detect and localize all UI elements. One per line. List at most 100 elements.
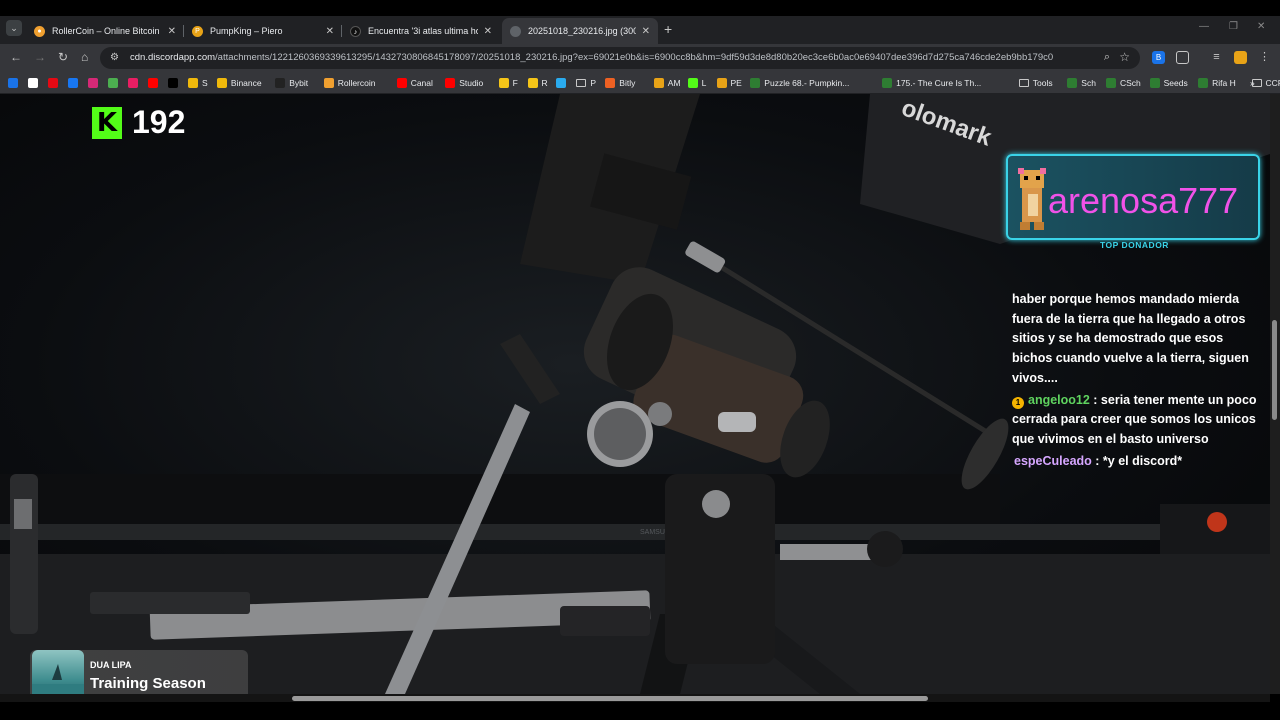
bookmark-item[interactable]: Rifa H — [1198, 76, 1236, 90]
bookmark-item[interactable]: Tools — [1018, 76, 1053, 90]
vertical-scroll-thumb[interactable] — [1272, 320, 1277, 420]
maximize-icon[interactable]: ❐ — [1229, 21, 1238, 32]
music-artist: DUA LIPA — [90, 660, 132, 670]
tab-title: Encuentra '3i atlas ultima hora' — [368, 26, 478, 36]
close-icon[interactable]: ✕ — [326, 26, 334, 37]
bookmark-item[interactable] — [128, 76, 142, 90]
bookmark-item[interactable]: Bybit — [275, 76, 308, 90]
tab-rollercoin[interactable]: ● RollerCoin – Online Bitcoin Mini ✕ — [26, 18, 184, 44]
bookmark-label: L — [701, 78, 707, 88]
chat-text: haber porque hemos mandado mierda fuera … — [1012, 292, 1249, 385]
kick-viewer-counter: K 192 — [92, 104, 185, 141]
tab-tiktok[interactable]: ♪ Encuentra '3i atlas ultima hora' ✕ — [342, 18, 500, 44]
bookmark-item[interactable]: R — [527, 76, 548, 90]
subscriber-badge-icon: 1 — [1012, 396, 1024, 409]
horizontal-scrollbar[interactable] — [0, 694, 1270, 702]
tab-image-active[interactable]: 20251018_230216.jpg (3000×4 ✕ — [502, 18, 658, 44]
bookmark-item[interactable] — [108, 76, 122, 90]
image-icon — [510, 25, 521, 37]
home-icon[interactable]: ⌂ — [81, 50, 88, 64]
bookmark-favicon-icon — [527, 78, 538, 88]
bookmark-favicon-icon — [687, 78, 698, 88]
bookmark-item[interactable]: Studio — [445, 76, 483, 90]
profile-avatar[interactable] — [1234, 51, 1247, 64]
bookmark-item[interactable]: P — [576, 76, 596, 90]
bookmark-item[interactable]: F — [498, 76, 518, 90]
bookmark-favicon-icon — [1106, 78, 1116, 88]
tab-title: PumpKing – Piero — [210, 26, 283, 36]
viewer-count: 192 — [132, 104, 186, 140]
bookmark-label: CCProgram — [1265, 78, 1280, 88]
bookmark-item[interactable]: Puzzle 68.- Pumpkin... — [750, 76, 849, 90]
back-arrow-icon[interactable]: ← — [10, 50, 22, 64]
chat-text: : *y el discord* — [1091, 453, 1183, 468]
horizontal-scroll-thumb[interactable] — [292, 696, 928, 701]
bookmark-favicon-icon — [216, 78, 227, 88]
bookmark-item[interactable]: Binance — [216, 76, 262, 90]
bookmark-item[interactable]: Bitly — [605, 76, 635, 90]
bookmark-favicon-icon — [556, 78, 567, 88]
minimize-icon[interactable]: — — [1199, 21, 1209, 32]
bookmarks-overflow-icon[interactable]: » — [1250, 76, 1255, 90]
bookmark-item[interactable] — [88, 76, 102, 90]
folder-icon — [576, 79, 587, 87]
bookmark-label: Tools — [1032, 78, 1053, 88]
media-controls-icon[interactable]: ≡ — [1210, 51, 1223, 64]
bookmark-item[interactable]: AM — [653, 76, 681, 90]
bookmark-item[interactable] — [68, 76, 82, 90]
url-path: /attachments/1221260369339613295/1432730… — [215, 52, 1054, 63]
extensions-puzzle-icon[interactable] — [1176, 51, 1189, 64]
vertical-scrollbar[interactable] — [1270, 94, 1280, 694]
close-icon[interactable]: ✕ — [642, 26, 650, 37]
bookmark-item[interactable]: CCProgram — [1251, 76, 1280, 90]
address-bar[interactable]: ⚙ cdn.discordapp.com/attachments/1221260… — [100, 47, 1140, 69]
bookmark-item[interactable]: S — [188, 76, 208, 90]
bookmark-item[interactable]: L — [687, 76, 707, 90]
chat-message: haber porque hemos mandado mierda fuera … — [1012, 290, 1262, 389]
bookmark-item[interactable]: Seeds — [1149, 76, 1188, 90]
bookmark-label: Seeds — [1163, 78, 1188, 88]
donor-avatar — [1018, 168, 1046, 230]
bookmark-item[interactable]: CSch — [1106, 76, 1141, 90]
bookmark-label: Rifa H — [1212, 78, 1236, 88]
bookmark-favicon-icon — [28, 78, 38, 88]
bookmark-favicon-icon — [128, 78, 138, 88]
bookmark-item[interactable] — [48, 76, 62, 90]
chat-message: espeCuleado : *y el discord* — [1012, 452, 1262, 472]
bookmark-favicon-icon — [48, 78, 58, 88]
bookmark-item[interactable]: Rollercoin — [323, 76, 375, 90]
bookmark-item[interactable] — [8, 76, 22, 90]
bookmark-item[interactable] — [148, 76, 162, 90]
bookmark-item[interactable]: Canal — [396, 76, 433, 90]
extension-icon[interactable]: B — [1152, 51, 1165, 64]
bookmark-label: F — [512, 78, 518, 88]
close-icon[interactable]: ✕ — [484, 26, 492, 37]
bookmark-favicon-icon — [148, 78, 158, 88]
forward-arrow-icon[interactable]: → — [34, 50, 46, 64]
site-settings-icon[interactable]: ⚙ — [110, 52, 119, 63]
bookmark-label: Studio — [459, 78, 484, 88]
close-icon[interactable]: ✕ — [168, 26, 176, 37]
bookmark-label: P — [590, 78, 597, 88]
bookmark-favicon-icon — [882, 78, 893, 88]
bookmark-item[interactable]: PE — [716, 76, 742, 90]
chat-username: espeCuleado — [1014, 453, 1092, 468]
new-tab-button[interactable]: + — [664, 21, 672, 37]
zoom-icon[interactable]: ⌕ — [1104, 51, 1110, 64]
menu-icon[interactable]: ⋮ — [1258, 51, 1271, 64]
bookmark-label: Binance — [230, 78, 262, 88]
tab-search-button[interactable]: ⌄ — [6, 20, 22, 36]
bookmark-label: S — [202, 78, 208, 88]
url-text: cdn.discordapp.com/attachments/122126036… — [130, 52, 1053, 63]
bookmark-favicon-icon — [498, 78, 509, 88]
bookmark-star-icon[interactable]: ☆ — [1119, 50, 1130, 64]
bookmark-item[interactable]: 175.- The Cure Is Th... — [882, 76, 981, 90]
bookmark-item[interactable] — [28, 76, 42, 90]
window-close-icon[interactable]: ✕ — [1257, 21, 1265, 32]
bookmark-item[interactable] — [556, 76, 570, 90]
rollercoin-icon: ● — [34, 25, 45, 37]
tab-pumpking[interactable]: P PumpKing – Piero ✕ — [184, 18, 342, 44]
reload-icon[interactable]: ↻ — [58, 50, 68, 64]
bookmark-item[interactable] — [168, 76, 182, 90]
bookmark-item[interactable]: Sch — [1067, 76, 1096, 90]
